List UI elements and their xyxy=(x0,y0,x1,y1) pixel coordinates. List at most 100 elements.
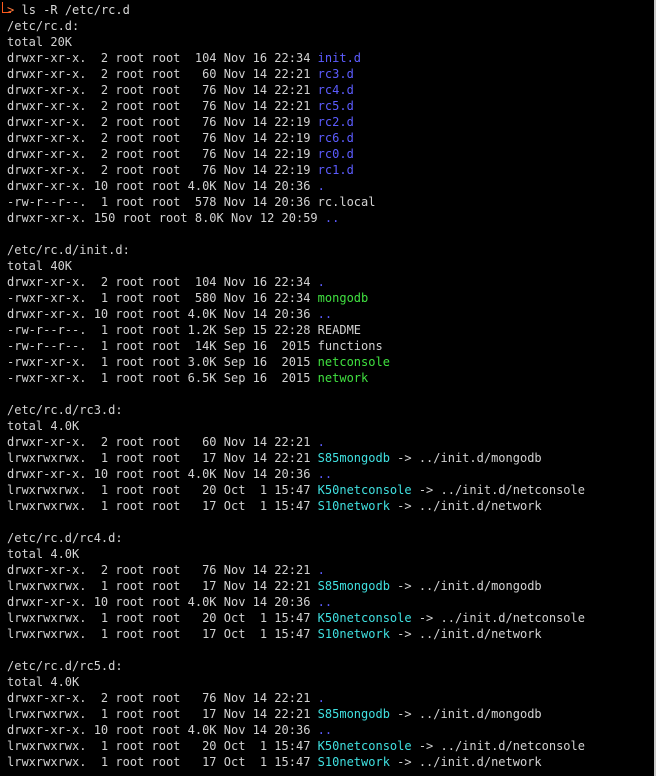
listing-entry: drwxr-xr-x. 10 root root 4.0K Nov 14 20:… xyxy=(7,594,656,610)
total-line: total 4.0K xyxy=(7,546,656,562)
entry-name: init.d xyxy=(317,51,362,65)
listing-entry: -rwxr-xr-x. 1 root root 580 Nov 16 22:34… xyxy=(7,290,656,306)
total-line: total 4.0K xyxy=(7,418,656,434)
entry-metadata: lrwxrwxrwx. 1 root root 20 Oct 1 15:47 xyxy=(7,611,318,625)
entry-metadata: drwxr-xr-x. 10 root root 4.0K Nov 14 20:… xyxy=(7,307,318,321)
entry-name: rc.local xyxy=(317,195,376,209)
symlink-target: -> ../init.d/netconsole xyxy=(411,739,585,753)
entry-metadata: drwxr-xr-x. 10 root root 4.0K Nov 14 20:… xyxy=(7,723,318,737)
listing-entry: drwxr-xr-x. 2 root root 76 Nov 14 22:21 … xyxy=(7,98,656,114)
entry-name: .. xyxy=(317,307,333,321)
listing-entry: lrwxrwxrwx. 1 root root 17 Nov 14 22:21 … xyxy=(7,578,656,594)
listing-entry: -rw-r--r--. 1 root root 14K Sep 16 2015 … xyxy=(7,338,656,354)
output-text: /etc/rc.d/init.d: xyxy=(7,243,130,257)
directory-header: /etc/rc.d/rc3.d: xyxy=(7,402,656,418)
total-line: total 4.0K xyxy=(7,674,656,690)
listing-entry: drwxr-xr-x. 2 root root 76 Nov 14 22:21 … xyxy=(7,82,656,98)
entry-metadata: -rw-r--r--. 1 root root 1.2K Sep 15 22:2… xyxy=(7,323,318,337)
entry-name: rc3.d xyxy=(317,67,354,81)
entry-name: K50netconsole xyxy=(317,483,412,497)
listing-entry: drwxr-xr-x. 2 root root 60 Nov 14 22:21 … xyxy=(7,66,656,82)
entry-name: . xyxy=(317,691,325,705)
command-line: > ls -R /etc/rc.d xyxy=(2,2,656,18)
entry-name: K50netconsole xyxy=(317,739,412,753)
entry-name: . xyxy=(317,563,325,577)
entry-name: network xyxy=(317,371,369,385)
listing-entry: drwxr-xr-x. 10 root root 4.0K Nov 14 20:… xyxy=(7,466,656,482)
directory-header: /etc/rc.d/rc4.d: xyxy=(7,530,656,546)
entry-metadata: lrwxrwxrwx. 1 root root 17 Oct 1 15:47 xyxy=(7,627,318,641)
listing-entry: lrwxrwxrwx. 1 root root 20 Oct 1 15:47 K… xyxy=(7,482,656,498)
entry-name: S85mongodb xyxy=(317,579,390,593)
entry-name: rc5.d xyxy=(317,99,354,113)
entry-metadata: -rw-r--r--. 1 root root 14K Sep 16 2015 xyxy=(7,339,318,353)
entry-metadata: drwxr-xr-x. 2 root root 76 Nov 14 22:19 xyxy=(7,147,318,161)
entry-name: netconsole xyxy=(317,355,390,369)
entry-name: . xyxy=(317,275,325,289)
output-text: total 20K xyxy=(7,35,73,49)
entry-name: .. xyxy=(324,211,340,225)
output-text: /etc/rc.d/rc5.d: xyxy=(7,659,123,673)
entry-name: S10network xyxy=(317,499,390,513)
command-text: ls -R /etc/rc.d xyxy=(21,3,130,17)
output-text: total 4.0K xyxy=(7,547,80,561)
listing-entry: drwxr-xr-x. 2 root root 104 Nov 16 22:34… xyxy=(7,50,656,66)
entry-metadata: lrwxrwxrwx. 1 root root 20 Oct 1 15:47 xyxy=(7,483,318,497)
entry-name: README xyxy=(317,323,362,337)
entry-metadata: drwxr-xr-x. 2 root root 104 Nov 16 22:34 xyxy=(7,275,318,289)
entry-metadata: lrwxrwxrwx. 1 root root 20 Oct 1 15:47 xyxy=(7,739,318,753)
output-text: total 4.0K xyxy=(7,675,80,689)
listing-entry: drwxr-xr-x. 2 root root 60 Nov 14 22:21 … xyxy=(7,434,656,450)
terminal-window[interactable]: > ls -R /etc/rc.d /etc/rc.d: total 20K drw… xyxy=(0,0,656,776)
entry-metadata: lrwxrwxrwx. 1 root root 17 Oct 1 15:47 xyxy=(7,499,318,513)
entry-name: .. xyxy=(317,723,333,737)
directory-header: /etc/rc.d: xyxy=(7,18,656,34)
listing-entry: -rwxr-xr-x. 1 root root 3.0K Sep 16 2015… xyxy=(7,354,656,370)
listing-entry: drwxr-xr-x. 2 root root 76 Nov 14 22:19 … xyxy=(7,130,656,146)
symlink-target: -> ../init.d/network xyxy=(389,627,542,641)
directory-header: /etc/rc.d/rc5.d: xyxy=(7,658,656,674)
symlink-target: -> ../init.d/mongodb xyxy=(389,579,542,593)
symlink-target: -> ../init.d/netconsole xyxy=(411,483,585,497)
entry-name: S10network xyxy=(317,627,390,641)
listing-entry: drwxr-xr-x. 2 root root 76 Nov 14 22:19 … xyxy=(7,114,656,130)
entry-name: .. xyxy=(317,467,333,481)
listing-entry: drwxr-xr-x. 2 root root 76 Nov 14 22:19 … xyxy=(7,162,656,178)
directory-header: /etc/rc.d/init.d: xyxy=(7,242,656,258)
entry-name: functions xyxy=(317,339,383,353)
symlink-target: -> ../init.d/mongodb xyxy=(389,451,542,465)
entry-name: rc0.d xyxy=(317,147,354,161)
entry-metadata: drwxr-xr-x. 10 root root 4.0K Nov 14 20:… xyxy=(7,467,318,481)
listing-entry: -rw-r--r--. 1 root root 578 Nov 14 20:36… xyxy=(7,194,656,210)
listing-entry: drwxr-xr-x. 2 root root 76 Nov 14 22:19 … xyxy=(7,146,656,162)
listing-entry: lrwxrwxrwx. 1 root root 17 Oct 1 15:47 S… xyxy=(7,626,656,642)
symlink-target: -> ../init.d/network xyxy=(389,755,542,769)
listing-entry: lrwxrwxrwx. 1 root root 20 Oct 1 15:47 K… xyxy=(7,610,656,626)
listing-entry: -rw-r--r--. 1 root root 1.2K Sep 15 22:2… xyxy=(7,322,656,338)
output-text: /etc/rc.d: xyxy=(7,19,80,33)
entry-metadata: -rwxr-xr-x. 1 root root 580 Nov 16 22:34 xyxy=(7,291,318,305)
entry-metadata: drwxr-xr-x. 10 root root 4.0K Nov 14 20:… xyxy=(7,595,318,609)
entry-name: rc6.d xyxy=(317,131,354,145)
entry-metadata: drwxr-xr-x. 150 root root 8.0K Nov 12 20… xyxy=(7,211,325,225)
entry-metadata: drwxr-xr-x. 2 root root 76 Nov 14 22:19 xyxy=(7,115,318,129)
symlink-target: -> ../init.d/netconsole xyxy=(411,611,585,625)
entry-metadata: lrwxrwxrwx. 1 root root 17 Oct 1 15:47 xyxy=(7,755,318,769)
entry-name: rc1.d xyxy=(317,163,354,177)
prompt-arrow-icon xyxy=(2,2,11,13)
entry-metadata: -rw-r--r--. 1 root root 578 Nov 14 20:36 xyxy=(7,195,318,209)
terminal-output: > ls -R /etc/rc.d /etc/rc.d: total 20K drw… xyxy=(2,2,656,770)
listing-entry: drwxr-xr-x. 10 root root 4.0K Nov 14 20:… xyxy=(7,722,656,738)
listing-entry: drwxr-xr-x. 2 root root 76 Nov 14 22:21 … xyxy=(7,690,656,706)
listing-entry: drwxr-xr-x. 10 root root 4.0K Nov 14 20:… xyxy=(7,306,656,322)
entry-metadata: lrwxrwxrwx. 1 root root 17 Nov 14 22:21 xyxy=(7,579,318,593)
entry-name: .. xyxy=(317,595,333,609)
entry-name: K50netconsole xyxy=(317,611,412,625)
entry-metadata: drwxr-xr-x. 2 root root 76 Nov 14 22:19 xyxy=(7,163,318,177)
output-text: /etc/rc.d/rc3.d: xyxy=(7,403,123,417)
symlink-target: -> ../init.d/mongodb xyxy=(389,707,542,721)
